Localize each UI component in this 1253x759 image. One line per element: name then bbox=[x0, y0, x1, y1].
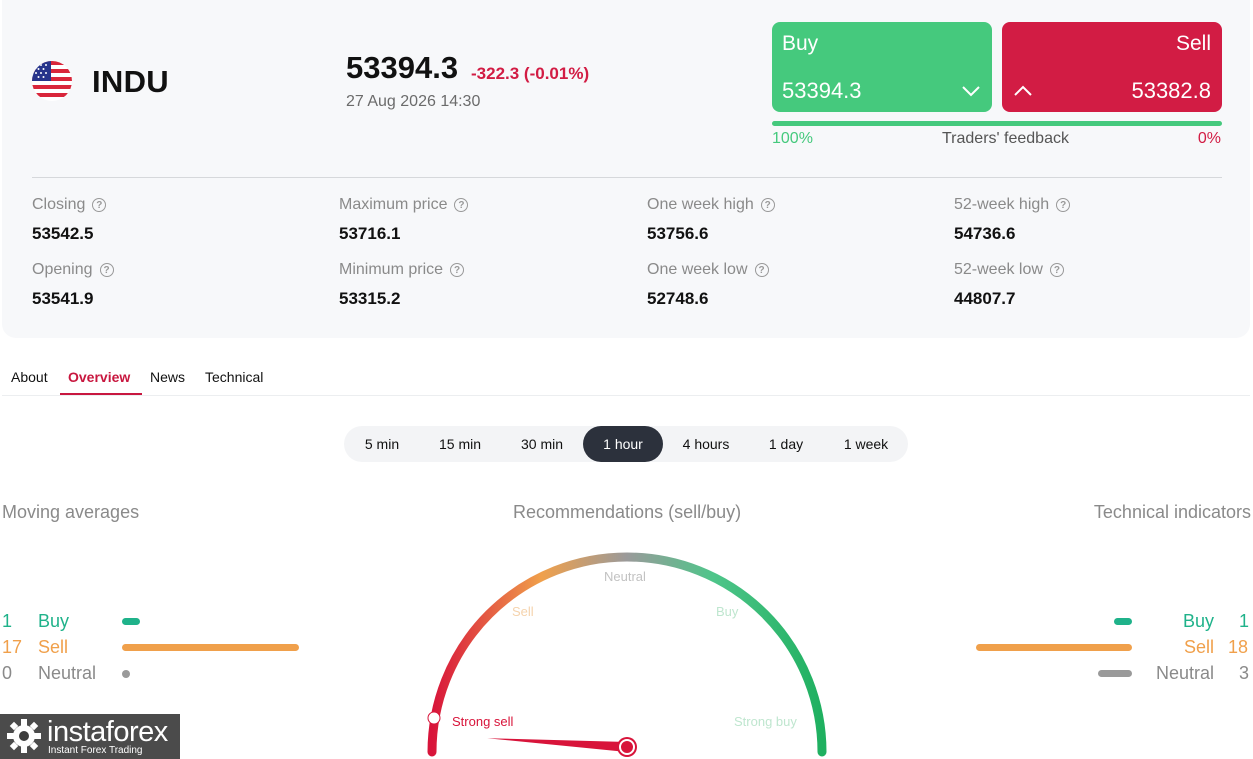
instaforex-logo: instaforex Instant Forex Trading bbox=[0, 714, 180, 759]
gauge-label-neutral: Neutral bbox=[604, 569, 646, 584]
gauge-label-strong-buy: Strong buy bbox=[734, 714, 797, 729]
gauge-label-buy: Buy bbox=[716, 604, 739, 619]
gauge-needle bbox=[487, 738, 628, 752]
logo-tagline: Instant Forex Trading bbox=[48, 745, 143, 756]
gauge-label-strong-sell: Strong sell bbox=[452, 714, 514, 729]
gauge-label-sell: Sell bbox=[512, 604, 534, 619]
gear-logo-icon bbox=[7, 719, 41, 753]
gauge-start-marker bbox=[427, 711, 441, 725]
recommendation-gauge: Sell Neutral Buy Strong sell Strong buy bbox=[427, 552, 827, 757]
